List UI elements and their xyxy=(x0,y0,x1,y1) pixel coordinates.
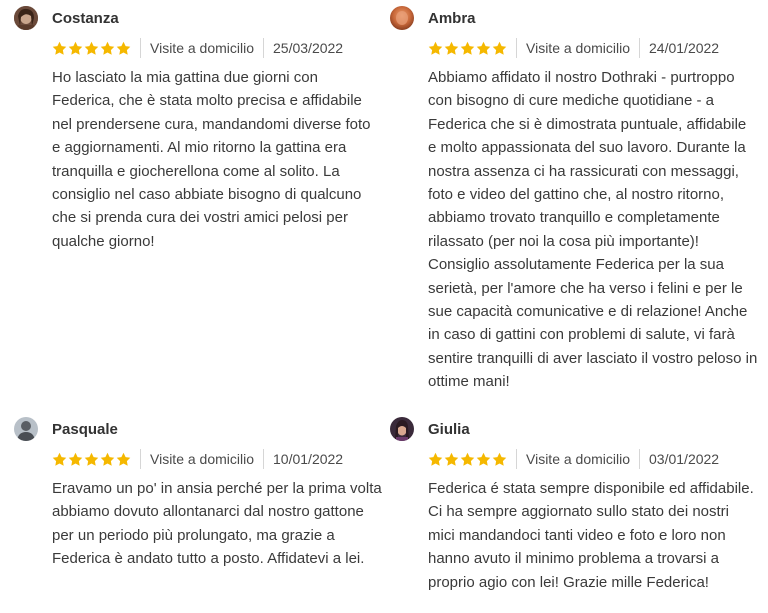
review-date: 24/01/2022 xyxy=(649,40,720,56)
service-label: Visite a domicilio xyxy=(526,451,631,467)
review-text: Eravamo un po' in ansia perché per la pr… xyxy=(52,480,382,568)
service-label: Visite a domicilio xyxy=(150,40,255,56)
review-header: Giulia xyxy=(390,415,758,443)
service-label: Visite a domicilio xyxy=(150,451,255,467)
review-card: Costanza Visite a domicilio 25/03/2022 H… xyxy=(14,4,382,253)
divider xyxy=(639,449,641,469)
divider xyxy=(263,449,265,469)
star-icon xyxy=(476,452,491,466)
review-date: 03/01/2022 xyxy=(649,451,720,467)
divider xyxy=(140,449,141,469)
star-icon xyxy=(428,452,443,466)
star-icon xyxy=(84,452,99,466)
review-meta: Visite a domicilio 10/01/2022 xyxy=(52,448,382,470)
reviewer-name: Costanza xyxy=(52,9,119,27)
star-icon xyxy=(492,452,507,466)
reviewer-name: Giulia xyxy=(428,420,470,438)
review-text: Abbiamo affidato il nostro Dothraki - pu… xyxy=(428,69,758,391)
star-icon xyxy=(116,41,131,55)
review-meta: Visite a domicilio 03/01/2022 xyxy=(428,448,758,470)
star-icon xyxy=(100,41,115,55)
star-icon xyxy=(116,452,131,466)
review-text: Federica é stata sempre disponibile ed a… xyxy=(428,480,754,591)
star-icon xyxy=(460,41,475,55)
review-meta: Visite a domicilio 25/03/2022 xyxy=(52,37,382,59)
star-icon xyxy=(84,41,99,55)
review-card: Pasquale Visite a domicilio 10/01/2022 E… xyxy=(14,415,382,571)
reviewer-name: Ambra xyxy=(428,9,476,27)
star-icon xyxy=(100,452,115,466)
reviewer-avatar-icon xyxy=(390,417,414,441)
review-header: Pasquale xyxy=(14,415,382,443)
service-label: Visite a domicilio xyxy=(526,40,631,56)
reviewer-avatar-icon xyxy=(390,6,414,30)
review-date: 10/01/2022 xyxy=(273,451,344,467)
review-card: Ambra Visite a domicilio 24/01/2022 Abbi… xyxy=(390,4,758,394)
star-icon xyxy=(68,41,83,55)
review-header: Ambra xyxy=(390,4,758,32)
star-icon xyxy=(460,452,475,466)
star-icon xyxy=(68,452,83,466)
divider xyxy=(639,38,641,58)
review-text: Ho lasciato la mia gattina due giorni co… xyxy=(52,69,371,250)
star-icon xyxy=(492,41,507,55)
review-card: Giulia Visite a domicilio 03/01/2022 Fed… xyxy=(390,415,758,594)
star-rating xyxy=(52,41,131,56)
star-rating xyxy=(428,452,507,467)
divider xyxy=(516,38,517,58)
divider xyxy=(263,38,265,58)
divider xyxy=(516,449,517,469)
star-icon xyxy=(52,452,67,466)
star-icon xyxy=(52,41,67,55)
reviewer-name: Pasquale xyxy=(52,420,118,438)
divider xyxy=(140,38,141,58)
review-meta: Visite a domicilio 24/01/2022 xyxy=(428,37,758,59)
reviewer-avatar-icon xyxy=(14,417,38,441)
reviewer-avatar-icon xyxy=(14,6,38,30)
star-rating xyxy=(52,452,131,467)
star-icon xyxy=(476,41,491,55)
star-icon xyxy=(428,41,443,55)
star-icon xyxy=(444,452,459,466)
star-icon xyxy=(444,41,459,55)
star-rating xyxy=(428,41,507,56)
review-header: Costanza xyxy=(14,4,382,32)
review-date: 25/03/2022 xyxy=(273,40,344,56)
